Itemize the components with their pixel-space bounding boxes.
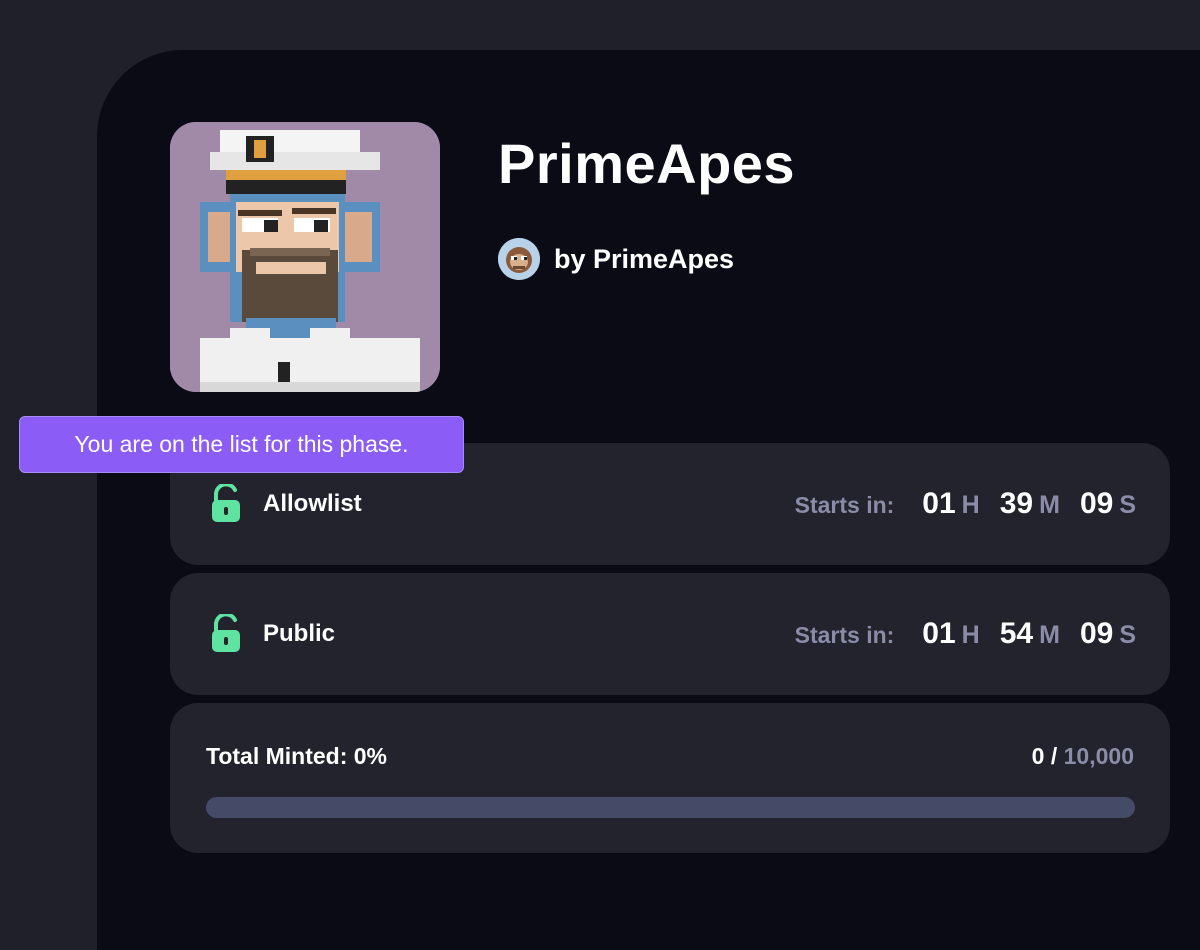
allowlist-tooltip: You are on the list for this phase. (19, 416, 464, 473)
minutes-value: 54 (999, 617, 1034, 650)
seconds-value: 09 (1079, 617, 1114, 650)
minutes-unit: M (1039, 621, 1060, 649)
hours-value: 01 (922, 487, 956, 520)
hours-unit: H (961, 621, 980, 649)
minted-count: 0 / 10,000 (1032, 743, 1134, 770)
phase-name: Public (263, 620, 336, 647)
countdown-timer: Starts in: 01 H 39 M 09 S (795, 487, 1136, 521)
seconds-unit: S (1119, 621, 1136, 649)
creator-link[interactable]: by PrimeApes (498, 238, 734, 280)
unlock-icon (210, 484, 242, 524)
hours-value: 01 (922, 617, 956, 650)
max-supply: 10,000 (1063, 743, 1134, 769)
hours-unit: H (961, 491, 980, 519)
phase-name: Allowlist (263, 490, 362, 517)
creator-avatar-icon (498, 238, 540, 280)
total-minted-card: Total Minted: 0% 0 / 10,000 (170, 703, 1170, 853)
minutes-unit: M (1039, 491, 1060, 519)
mint-progress-bar (206, 797, 1135, 818)
starts-in-label: Starts in: (794, 622, 895, 648)
collection-title: PrimeApes (498, 132, 796, 195)
minted-separator: / (1044, 743, 1064, 769)
minted-value: 0 (1031, 743, 1045, 769)
starts-in-label: Starts in: (794, 492, 895, 518)
creator-name: by PrimeApes (554, 243, 735, 274)
seconds-value: 09 (1079, 487, 1114, 520)
seconds-unit: S (1119, 491, 1136, 519)
phase-card-public[interactable]: Public Starts in: 01 H 54 M 09 S (170, 573, 1170, 695)
minutes-value: 39 (999, 487, 1034, 520)
total-minted-label: Total Minted: 0% (206, 743, 388, 769)
countdown-timer: Starts in: 01 H 54 M 09 S (795, 617, 1136, 651)
unlock-icon (210, 614, 242, 654)
collection-image (170, 122, 440, 392)
